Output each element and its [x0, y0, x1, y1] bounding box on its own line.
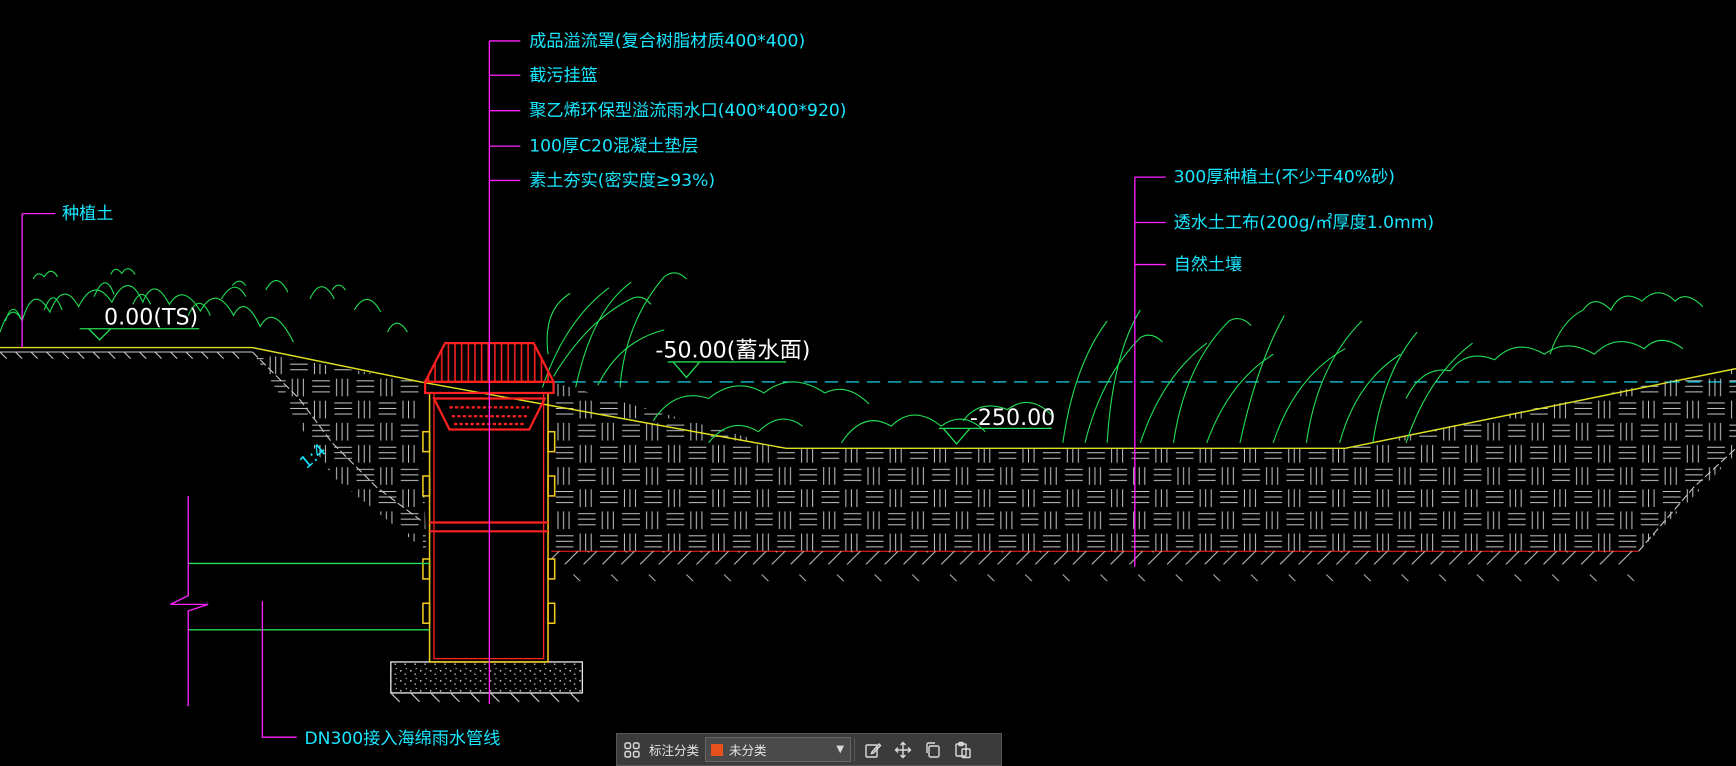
annotations-left: 成品溢流罩(复合树脂材质400*400) 截污挂篮 聚乙烯环保型溢流雨水口(40… [529, 31, 846, 190]
annotation-toolbar: 标注分类 未分类 ▼ [616, 733, 1002, 766]
annotation-planting-soil-layer: 300厚种植土(不少于40%砂) [1174, 168, 1395, 188]
annotation-compacted-soil: 素土夯实(密实度≥93%) [529, 171, 715, 191]
copy-icon[interactable] [918, 734, 948, 765]
category-label: 标注分类 [649, 743, 700, 758]
elevation-bottom: -250.00 [970, 405, 1055, 431]
annotation-inlet-body: 聚乙烯环保型溢流雨水口(400*400*920) [529, 101, 846, 121]
category-grid-icon[interactable] [617, 734, 647, 765]
annotation-natural-soil: 自然土壤 [1174, 255, 1243, 275]
paste-icon[interactable] [948, 734, 978, 765]
toolbar-divider [854, 738, 856, 761]
annotation-planting-soil: 种植土 [62, 204, 113, 224]
annotation-geotextile: 透水土工布(200g/㎡厚度1.0mm) [1174, 213, 1435, 233]
move-icon[interactable] [888, 734, 918, 765]
elevation-top: 0.00(TS) [104, 304, 198, 330]
category-color-swatch [711, 743, 724, 756]
edit-icon[interactable] [858, 734, 888, 765]
annotation-pipe: DN300接入海绵雨水管线 [304, 729, 500, 749]
category-value: 未分类 [729, 743, 767, 758]
annotations-right: 300厚种植土(不少于40%砂) 透水土工布(200g/㎡厚度1.0mm) 自然… [1174, 168, 1435, 275]
cad-drawing-canvas[interactable]: 成品溢流罩(复合树脂材质400*400) 截污挂篮 聚乙烯环保型溢流雨水口(40… [0, 0, 1736, 766]
elevation-storage: -50.00(蓄水面) [655, 338, 810, 364]
annotation-overflow-cover: 成品溢流罩(复合树脂材质400*400) [529, 31, 805, 51]
category-dropdown[interactable]: 未分类 ▼ [705, 737, 852, 762]
annotation-concrete-base: 100厚C20混凝土垫层 [529, 137, 698, 157]
chevron-down-icon: ▼ [836, 744, 845, 755]
soil-hatch [0, 351, 1736, 582]
annotation-debris-basket: 截污挂篮 [529, 66, 598, 86]
